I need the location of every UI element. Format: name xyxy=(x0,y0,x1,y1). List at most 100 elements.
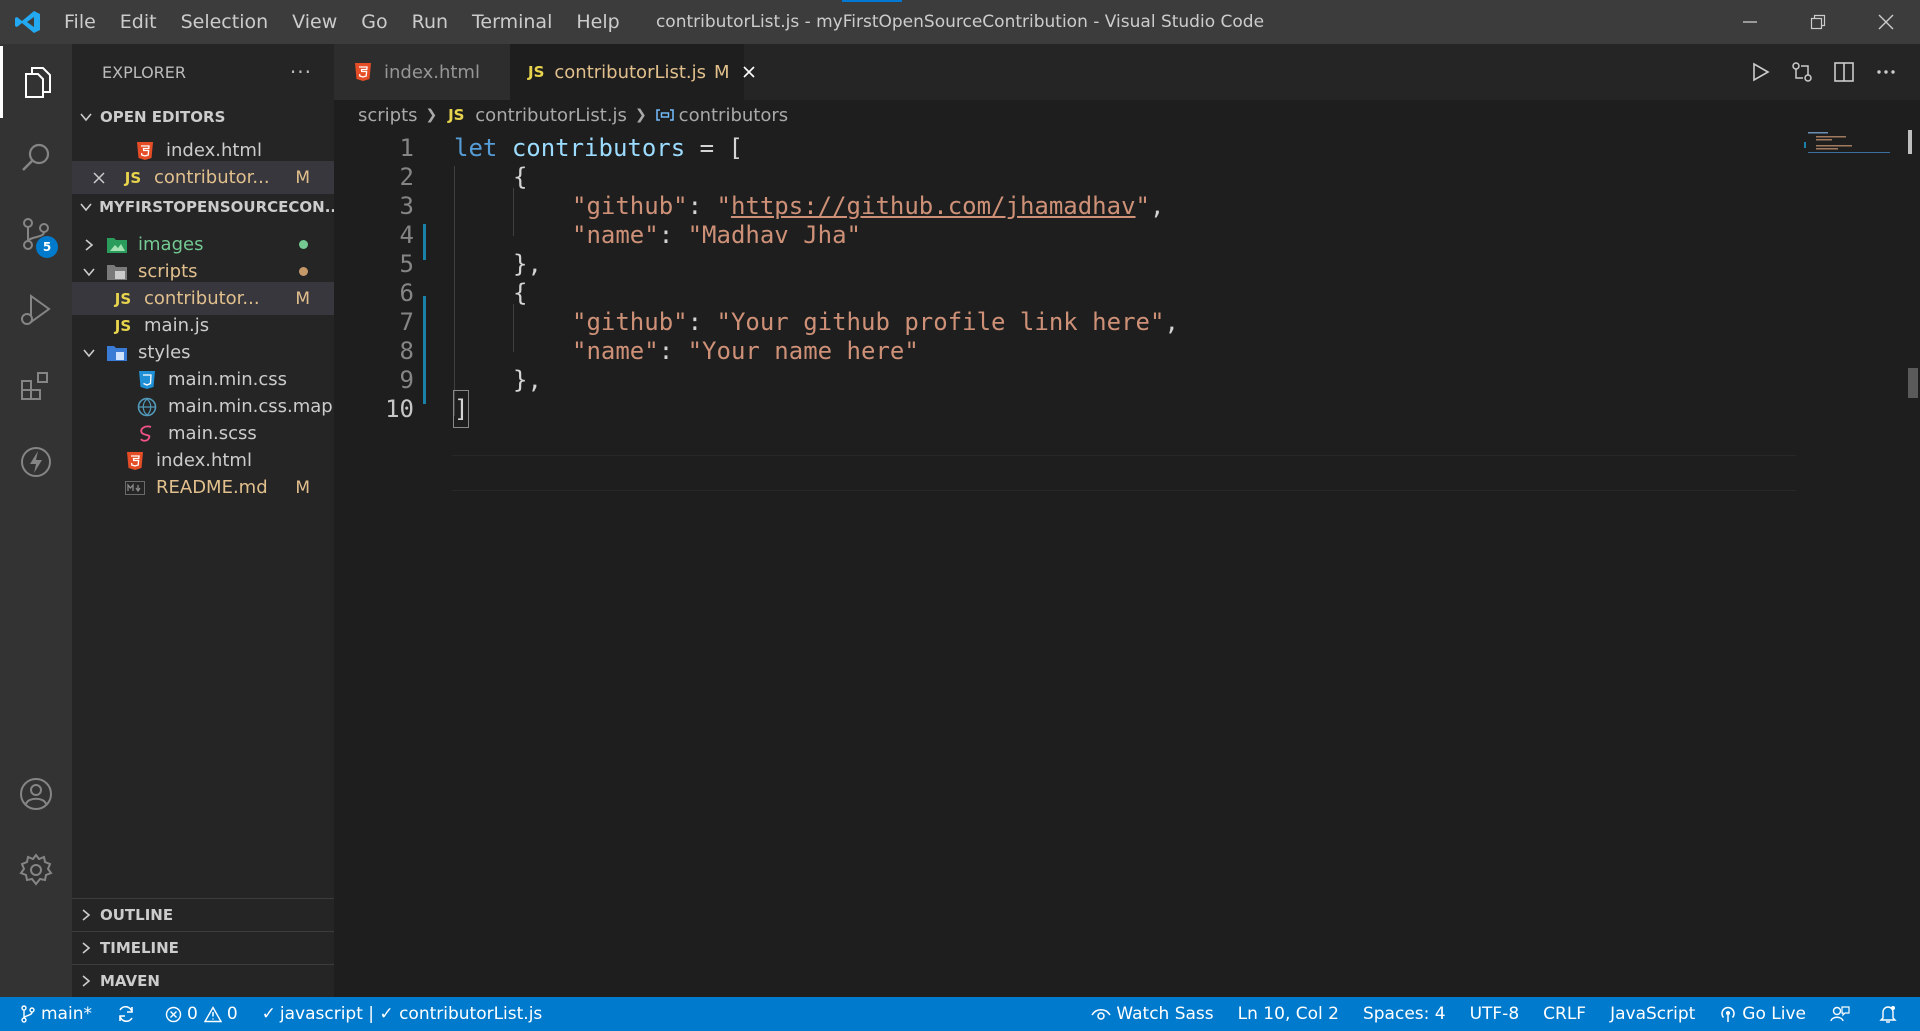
workspace-header[interactable]: MYFIRSTOPENSOURCECON... xyxy=(72,190,334,223)
compare-changes-icon xyxy=(1792,62,1812,82)
activity-thunder[interactable] xyxy=(0,426,72,498)
status-left: main* 0 0 ✓ javascript | ✓ contributorLi… xyxy=(20,997,566,1031)
play-icon xyxy=(1753,62,1770,82)
activity-explorer[interactable] xyxy=(0,46,72,118)
tree-file-readme[interactable]: README.md M xyxy=(72,471,334,504)
timeline-header[interactable]: TIMELINE xyxy=(72,931,334,964)
indentation-status[interactable]: Spaces: 4 xyxy=(1363,1004,1446,1024)
minimize-button[interactable] xyxy=(1716,0,1784,44)
html5-icon xyxy=(134,140,156,162)
tab-label: contributorList.js xyxy=(554,61,707,83)
modified-dot xyxy=(299,267,308,276)
source-control-badge: 5 xyxy=(36,236,58,258)
menu-file[interactable]: File xyxy=(64,0,108,44)
git-branch-icon xyxy=(21,1005,35,1023)
styles-folder-icon xyxy=(106,342,128,364)
chevron-right-icon: ❯ xyxy=(634,107,647,123)
close-icon xyxy=(743,66,755,78)
javascript-icon: JS xyxy=(114,289,132,308)
activity-run-debug[interactable] xyxy=(0,274,72,346)
activity-extensions[interactable] xyxy=(0,350,72,422)
close-editor-icon[interactable] xyxy=(92,171,114,185)
restore-icon xyxy=(1810,14,1826,30)
open-editors-header[interactable]: OPEN EDITORS xyxy=(72,100,334,133)
split-editor-button[interactable] xyxy=(1830,58,1858,86)
check-icon: ✓ xyxy=(261,1004,276,1024)
chevron-right-icon xyxy=(82,909,91,921)
split-editor-icon xyxy=(1834,62,1854,82)
feedback-icon xyxy=(1830,1006,1850,1022)
close-window-button[interactable] xyxy=(1852,0,1920,44)
open-editors-label: OPEN EDITORS xyxy=(100,107,226,126)
breadcrumb: scripts ❯ JS contributorList.js ❯ contri… xyxy=(334,100,1920,130)
problems-status[interactable]: 0 0 xyxy=(165,1004,238,1024)
run-file-button[interactable] xyxy=(1746,58,1774,86)
menu-selection[interactable]: Selection xyxy=(169,0,281,44)
editor-tab-bar: index.html JS contributorList.js M xyxy=(334,44,1920,100)
explorer-sidebar: EXPLORER ··· OPEN EDITORS index.html JS … xyxy=(72,44,334,997)
symbol-variable-icon xyxy=(655,107,675,123)
code-editor[interactable]: 1 let contributors = [ 2 { 3 "github": "… xyxy=(334,130,1920,997)
chevron-down-icon xyxy=(83,267,95,276)
activity-search[interactable] xyxy=(0,122,72,194)
breadcrumb-file[interactable]: contributorList.js xyxy=(475,105,627,126)
github-link[interactable]: https://github.com/jhamadhav xyxy=(731,192,1136,220)
html5-icon xyxy=(352,61,374,83)
go-live-button[interactable]: Go Live xyxy=(1719,1004,1806,1024)
more-editor-actions-button[interactable] xyxy=(1872,58,1900,86)
line-number: 10 xyxy=(385,395,414,423)
menu-terminal[interactable]: Terminal xyxy=(460,0,564,44)
scripts-folder-icon xyxy=(106,261,128,283)
activity-source-control[interactable]: 5 xyxy=(0,198,72,270)
cursor-position[interactable]: Ln 10, Col 2 xyxy=(1238,1004,1339,1024)
sync-button[interactable] xyxy=(116,1004,141,1024)
menu-go[interactable]: Go xyxy=(349,0,399,44)
files-icon xyxy=(24,67,51,98)
sync-icon xyxy=(119,1006,133,1022)
current-line-highlight xyxy=(452,455,1796,491)
tab-label: index.html xyxy=(384,61,480,83)
language-mode[interactable]: JavaScript xyxy=(1610,1004,1695,1024)
menu-bar: File Edit Selection View Go Run Terminal… xyxy=(64,0,632,44)
minimap[interactable] xyxy=(1794,130,1890,160)
tab-close-button[interactable] xyxy=(742,65,756,79)
status-bar: main* 0 0 ✓ javascript | ✓ contributorLi… xyxy=(0,997,1920,1031)
menu-edit[interactable]: Edit xyxy=(108,0,169,44)
tab-contributorlist-js[interactable]: JS contributorList.js M xyxy=(510,44,755,100)
restore-button[interactable] xyxy=(1784,0,1852,44)
close-icon xyxy=(1878,14,1894,30)
menu-run[interactable]: Run xyxy=(400,0,460,44)
more-actions-button[interactable]: ··· xyxy=(290,60,312,84)
search-icon xyxy=(22,143,50,171)
scrollbar-cursor-marker xyxy=(1908,130,1912,154)
activity-bar: 5 xyxy=(0,44,72,997)
activity-accounts[interactable] xyxy=(0,758,72,830)
open-changes-button[interactable] xyxy=(1788,58,1816,86)
title-bar: File Edit Selection View Go Run Terminal… xyxy=(0,0,1920,44)
feedback-button[interactable] xyxy=(1830,1005,1855,1023)
eol-status[interactable]: CRLF xyxy=(1543,1004,1586,1024)
maven-header[interactable]: MAVEN xyxy=(72,964,334,997)
breadcrumb-symbol[interactable]: contributors xyxy=(679,105,788,126)
encoding-status[interactable]: UTF-8 xyxy=(1470,1004,1520,1024)
eslint-status[interactable]: ✓ javascript | ✓ contributorList.js xyxy=(262,1004,543,1024)
modified-indicator: M xyxy=(295,477,310,498)
tab-index-html[interactable]: index.html xyxy=(334,44,510,100)
account-icon xyxy=(20,778,52,810)
activity-manage[interactable] xyxy=(0,834,72,906)
error-icon xyxy=(165,1006,182,1022)
lightning-icon xyxy=(21,447,51,477)
breadcrumb-folder[interactable]: scripts xyxy=(358,105,418,126)
menu-help[interactable]: Help xyxy=(564,0,631,44)
watch-sass-button[interactable]: Watch Sass xyxy=(1091,1004,1214,1024)
vertical-scrollbar[interactable] xyxy=(1906,130,1920,997)
branch-status[interactable]: main* xyxy=(20,1004,92,1024)
menu-view[interactable]: View xyxy=(280,0,349,44)
sass-icon xyxy=(136,423,158,445)
run-debug-icon xyxy=(21,294,51,325)
outline-header[interactable]: OUTLINE xyxy=(72,898,334,931)
chevron-down-icon xyxy=(83,348,95,357)
code-text: ] xyxy=(452,390,470,428)
scrollbar-thumb[interactable] xyxy=(1908,368,1918,398)
notifications-button[interactable] xyxy=(1879,1004,1902,1024)
